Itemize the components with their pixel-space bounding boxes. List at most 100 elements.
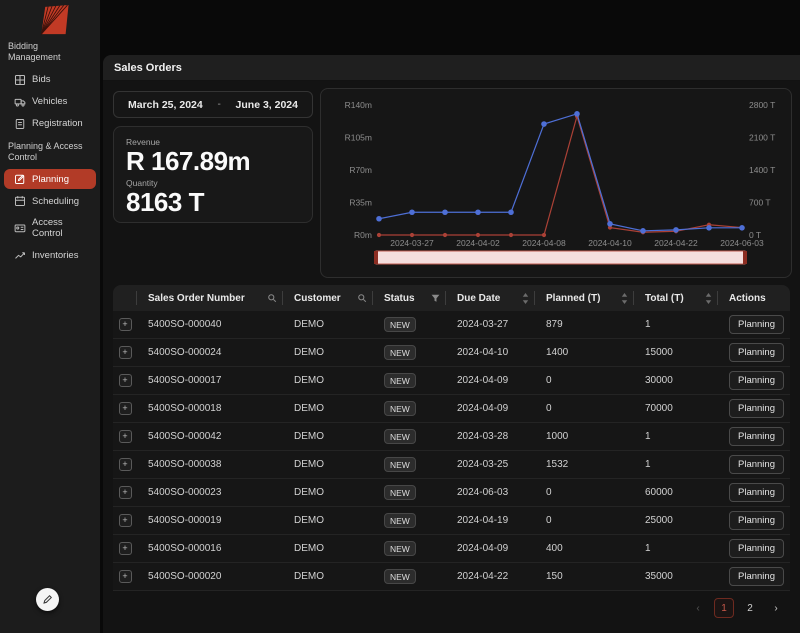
date-range-start[interactable]: March 25, 2024 <box>128 99 203 111</box>
date-range-picker[interactable]: March 25, 2024 - June 3, 2024 <box>113 91 313 118</box>
sidebar-item-bids[interactable]: Bids <box>4 70 96 90</box>
cell-total: 35000 <box>634 571 718 582</box>
expand-row-button[interactable]: + <box>119 570 132 583</box>
sidebar-item-vehicles[interactable]: Vehicles <box>4 92 96 112</box>
chart-point-quantity[interactable] <box>739 225 745 231</box>
cell-planned: 0 <box>535 515 634 526</box>
status-badge: NEW <box>384 513 416 528</box>
planning-action-button[interactable]: Planning <box>729 343 784 362</box>
calendar-icon <box>14 195 26 207</box>
pagination-page-2[interactable]: 2 <box>740 598 760 618</box>
main-content: March 25, 2024 - June 3, 2024 Revenue R … <box>103 81 800 633</box>
svg-text:2024-06-03: 2024-06-03 <box>720 238 764 248</box>
planning-action-button[interactable]: Planning <box>729 315 784 334</box>
bids-icon <box>14 74 26 86</box>
expand-row-button[interactable]: + <box>119 374 132 387</box>
planning-action-button[interactable]: Planning <box>729 455 784 474</box>
expand-row-button[interactable]: + <box>119 458 132 471</box>
planning-action-button[interactable]: Planning <box>729 511 784 530</box>
cell-customer: DEMO <box>283 571 373 582</box>
vehicle-icon <box>14 96 26 108</box>
expand-row-button[interactable]: + <box>119 542 132 555</box>
pagination-prev-button[interactable]: ‹ <box>688 598 708 618</box>
column-label: Due Date <box>457 293 500 304</box>
status-badge: NEW <box>384 401 416 416</box>
sidebar-item-planning[interactable]: Planning <box>4 169 96 189</box>
table-header-due-date[interactable]: Due Date <box>446 285 535 311</box>
date-range-end[interactable]: June 3, 2024 <box>236 99 298 111</box>
pagination-page-1[interactable]: 1 <box>714 598 734 618</box>
table-header-status[interactable]: Status <box>373 285 446 311</box>
chart-point-revenue[interactable] <box>542 233 546 237</box>
planning-action-button[interactable]: Planning <box>729 539 784 558</box>
sidebar-item-access-control[interactable]: Access Control <box>4 213 96 243</box>
chart-point-quantity[interactable] <box>442 209 448 215</box>
svg-text:2800 T: 2800 T <box>749 100 775 110</box>
search-icon[interactable] <box>267 293 277 303</box>
chart-point-revenue[interactable] <box>377 233 381 237</box>
expand-row-button[interactable]: + <box>119 514 132 527</box>
edit-fab-button[interactable] <box>36 588 59 611</box>
chart-point-revenue[interactable] <box>476 233 480 237</box>
chart-point-quantity[interactable] <box>409 209 415 215</box>
sorter-icon[interactable] <box>522 293 529 304</box>
table-header-customer[interactable]: Customer <box>283 285 373 311</box>
status-badge: NEW <box>384 541 416 556</box>
table-header-total[interactable]: Total (T) <box>634 285 718 311</box>
chart-brush-left-handle[interactable] <box>374 251 378 264</box>
pagination-next-button[interactable]: › <box>766 598 786 618</box>
cell-due-date: 2024-06-03 <box>446 487 535 498</box>
chart-point-quantity[interactable] <box>475 209 481 215</box>
expand-row-button[interactable]: + <box>119 346 132 359</box>
planning-action-button[interactable]: Planning <box>729 567 784 586</box>
svg-text:R105m: R105m <box>345 133 372 143</box>
chart-point-quantity[interactable] <box>607 221 613 227</box>
sidebar-item-scheduling[interactable]: Scheduling <box>4 191 96 211</box>
cell-customer: DEMO <box>283 347 373 358</box>
sidebar-item-inventories[interactable]: Inventories <box>4 245 96 265</box>
planning-action-button[interactable]: Planning <box>729 399 784 418</box>
chart-brush-right-handle[interactable] <box>743 251 747 264</box>
chart-point-quantity[interactable] <box>673 227 679 233</box>
table-header-planned[interactable]: Planned (T) <box>535 285 634 311</box>
cell-customer: DEMO <box>283 403 373 414</box>
id-card-icon <box>14 222 26 234</box>
chart-brush[interactable] <box>376 251 745 264</box>
chart-point-quantity[interactable] <box>706 225 712 231</box>
expand-row-button[interactable]: + <box>119 318 132 331</box>
table-header-expand <box>113 285 137 311</box>
table-header-sales-order-number[interactable]: Sales Order Number <box>137 285 283 311</box>
chart-point-quantity[interactable] <box>376 216 382 222</box>
expand-row-button[interactable]: + <box>119 430 132 443</box>
filter-icon[interactable] <box>431 294 440 303</box>
sorter-icon[interactable] <box>705 293 712 304</box>
chart-point-quantity[interactable] <box>541 121 547 127</box>
planning-action-button[interactable]: Planning <box>729 483 784 502</box>
svg-text:2024-03-27: 2024-03-27 <box>390 238 434 248</box>
cell-sales-order-number: 5400SO-000017 <box>137 375 283 386</box>
cell-total: 1 <box>634 459 718 470</box>
sidebar-item-registration[interactable]: Registration <box>4 114 96 134</box>
trend-icon <box>14 249 26 261</box>
chart-point-quantity[interactable] <box>640 228 646 234</box>
cell-sales-order-number: 5400SO-000038 <box>137 459 283 470</box>
svg-text:2100 T: 2100 T <box>749 133 775 143</box>
revenue-value: R 167.89m <box>126 147 300 176</box>
table-row: + 5400SO-000016 DEMO NEW 2024-04-09 400 … <box>113 535 790 563</box>
expand-row-button[interactable]: + <box>119 486 132 499</box>
planning-action-button[interactable]: Planning <box>729 371 784 390</box>
cell-due-date: 2024-03-25 <box>446 459 535 470</box>
chart-point-revenue[interactable] <box>410 233 414 237</box>
chart-point-quantity[interactable] <box>574 111 580 117</box>
planning-action-button[interactable]: Planning <box>729 427 784 446</box>
chart-point-revenue[interactable] <box>443 233 447 237</box>
app-logo[interactable] <box>35 4 71 37</box>
table-body: + 5400SO-000040 DEMO NEW 2024-03-27 879 … <box>113 311 790 591</box>
chart-point-revenue[interactable] <box>509 233 513 237</box>
search-icon[interactable] <box>357 293 367 303</box>
cell-due-date: 2024-04-19 <box>446 515 535 526</box>
chart-point-quantity[interactable] <box>508 209 514 215</box>
cell-sales-order-number: 5400SO-000016 <box>137 543 283 554</box>
expand-row-button[interactable]: + <box>119 402 132 415</box>
sorter-icon[interactable] <box>621 293 628 304</box>
